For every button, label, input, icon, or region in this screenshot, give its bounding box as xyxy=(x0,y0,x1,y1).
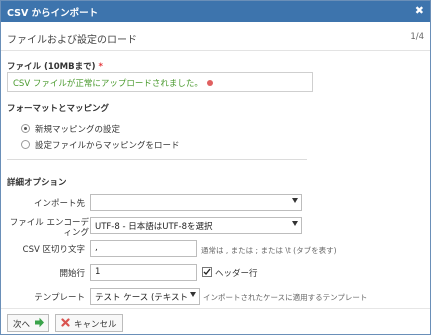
next-button[interactable]: 次へ xyxy=(7,314,49,332)
next-button-label: 次へ xyxy=(13,320,31,330)
advanced-heading: 詳細オプション xyxy=(7,178,67,188)
start-row-value: 1 xyxy=(95,267,101,277)
file-upload-box[interactable]: CSV ファイルが正常にアップロードされました。 xyxy=(7,72,313,92)
delimiter-hint: 通常は , または ; または \t (タブを表す) xyxy=(201,246,337,255)
header-row-label: ヘッダー行 xyxy=(215,269,258,279)
cancel-icon xyxy=(61,318,70,327)
step-title: ファイルおよび設定のロード xyxy=(7,35,137,46)
step-header: ファイルおよび設定のロード 1/4 xyxy=(1,22,430,51)
radio-load-mapping[interactable] xyxy=(21,140,30,149)
start-row-label: 開始行 xyxy=(59,269,85,279)
step-counter: 1/4 xyxy=(410,32,424,42)
import-to-label: インポート先 xyxy=(33,199,85,209)
chevron-down-icon xyxy=(292,198,298,203)
encoding-select[interactable]: UTF-8 - 日本語はUTF-8を選択 xyxy=(90,217,302,234)
radio-load-mapping-label: 設定ファイルからマッピングをロード xyxy=(35,141,180,151)
upload-status-text: CSV ファイルが正常にアップロードされました。 xyxy=(13,79,203,89)
delimiter-input[interactable]: , xyxy=(90,240,197,257)
template-hint: インポートされたケースに適用するテンプレート xyxy=(203,293,368,302)
dialog-titlebar: CSV からインポート ✖ xyxy=(1,1,430,22)
close-icon[interactable]: ✖ xyxy=(415,4,424,17)
template-value: テスト ケース (テキスト xyxy=(95,293,189,303)
file-label-row: ファイル (10MBまで) * xyxy=(7,60,103,72)
file-label: ファイル (10MBまで) xyxy=(7,62,96,72)
arrow-right-icon xyxy=(35,317,44,328)
delimiter-label: CSV 区切り文字 xyxy=(22,245,85,255)
mapping-heading: フォーマットとマッピング xyxy=(7,104,110,114)
header-row-checkbox[interactable] xyxy=(202,267,212,277)
encoding-label: ファイル エンコーディング xyxy=(9,218,89,238)
chevron-down-icon xyxy=(190,292,196,297)
section-divider xyxy=(7,159,307,160)
upload-status: CSV ファイルが正常にアップロードされました。 xyxy=(13,77,213,89)
start-row-input[interactable]: 1 xyxy=(90,264,197,281)
required-marker: * xyxy=(98,62,103,72)
radio-new-mapping-label: 新規マッピングの設定 xyxy=(35,125,121,135)
delimiter-value: , xyxy=(95,243,98,253)
dialog-footer: 次へ キャンセル xyxy=(1,308,430,335)
import-to-select[interactable] xyxy=(90,194,302,211)
checkmark-icon xyxy=(203,268,211,276)
remove-file-icon[interactable] xyxy=(206,80,213,86)
template-select[interactable]: テスト ケース (テキスト xyxy=(90,288,200,305)
csv-import-dialog: CSV からインポート ✖ ファイルおよび設定のロード 1/4 ファイル (10… xyxy=(0,0,431,335)
dialog-title: CSV からインポート xyxy=(7,8,99,19)
encoding-value: UTF-8 - 日本語はUTF-8を選択 xyxy=(95,222,213,232)
template-label: テンプレート xyxy=(34,293,85,303)
radio-new-mapping[interactable] xyxy=(21,124,30,133)
cancel-button[interactable]: キャンセル xyxy=(55,314,123,332)
chevron-down-icon xyxy=(292,221,298,226)
cancel-button-label: キャンセル xyxy=(74,320,117,330)
